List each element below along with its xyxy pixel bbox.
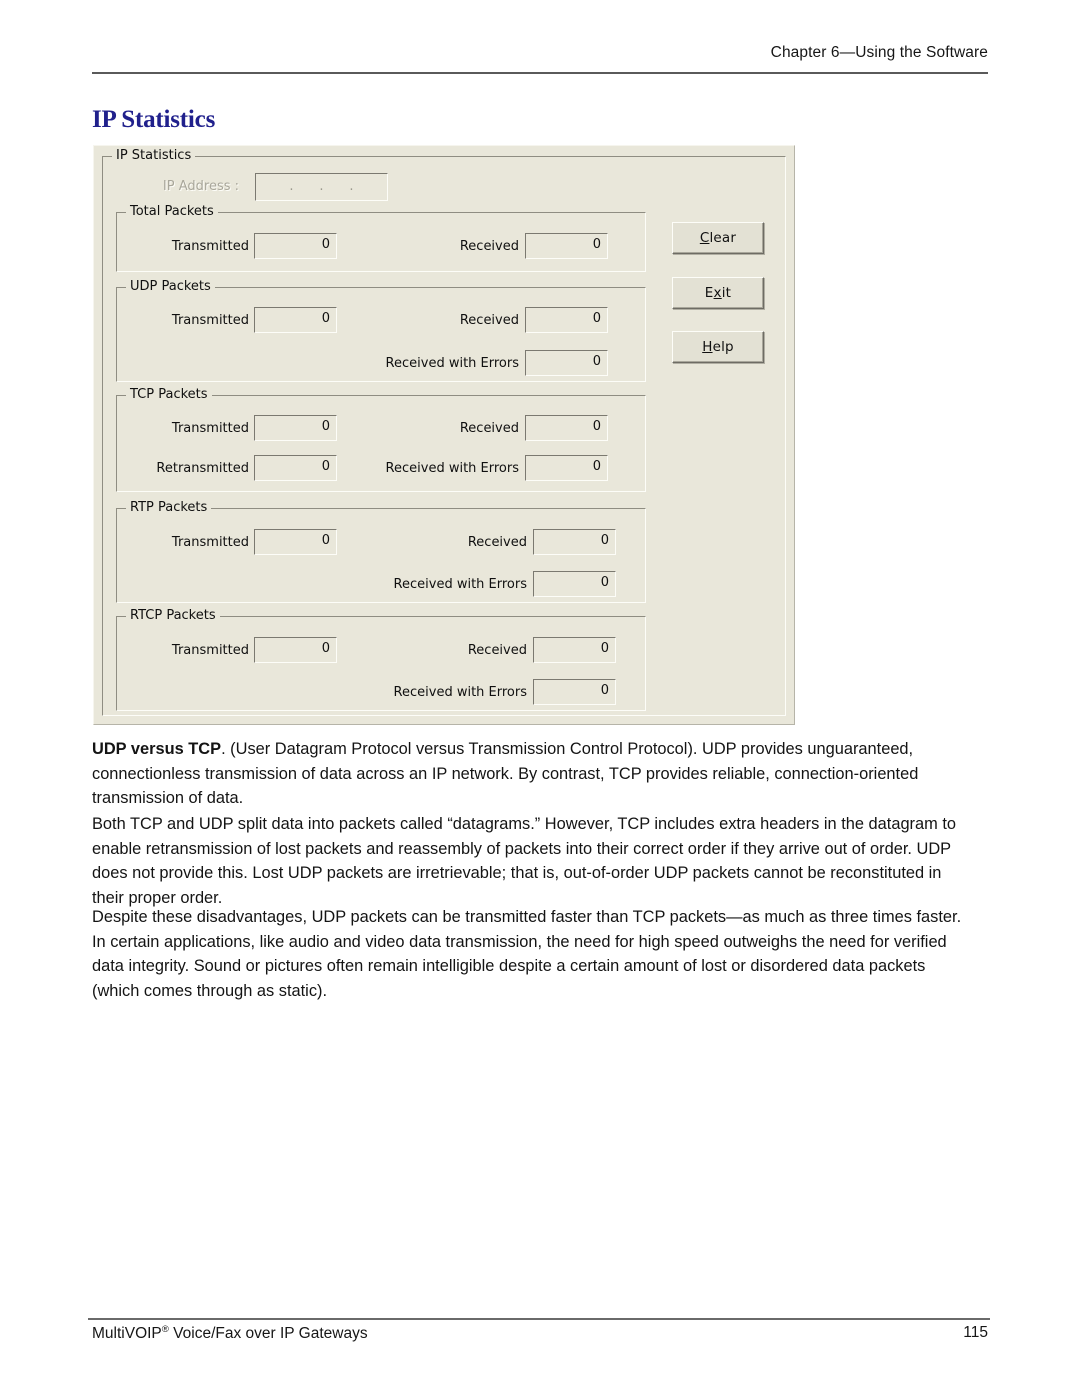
clear-accel-key: C bbox=[699, 230, 710, 246]
udp-transmitted-label: Transmitted bbox=[171, 313, 249, 328]
exit-button-label: Exit bbox=[704, 285, 732, 301]
paragraph-speed-tradeoff: Despite these disadvantages, UDP packets… bbox=[92, 908, 962, 1000]
udp-received-errors-value[interactable]: 0 bbox=[525, 350, 608, 376]
tcp-received-errors-value[interactable]: 0 bbox=[525, 455, 608, 481]
exit-accel-key: x bbox=[713, 285, 722, 301]
rtp-received-label: Received bbox=[467, 535, 527, 550]
tcp-received-errors-label: Received with Errors bbox=[385, 461, 519, 476]
ip-separator-2: . bbox=[319, 179, 324, 194]
ip-statistics-dialog: IP Statistics IP Address : . . . Total P… bbox=[93, 145, 795, 725]
group-title-tcp-packets: TCP Packets bbox=[126, 387, 212, 402]
ip-separator-1: . bbox=[289, 179, 294, 194]
total-received-value[interactable]: 0 bbox=[525, 233, 608, 259]
rtp-transmitted-label: Transmitted bbox=[171, 535, 249, 550]
rtcp-transmitted-label: Transmitted bbox=[171, 643, 249, 658]
udp-transmitted-value[interactable]: 0 bbox=[254, 307, 337, 333]
ip-separator-3: . bbox=[349, 179, 354, 194]
rtcp-received-value[interactable]: 0 bbox=[533, 637, 616, 663]
udp-received-errors-label: Received with Errors bbox=[385, 356, 519, 371]
group-title-ip-statistics: IP Statistics bbox=[112, 148, 196, 163]
rtp-received-errors-value[interactable]: 0 bbox=[533, 571, 616, 597]
total-received-label: Received bbox=[459, 239, 519, 254]
udp-received-label: Received bbox=[459, 313, 519, 328]
group-title-udp-packets: UDP Packets bbox=[126, 279, 215, 294]
group-title-rtcp-packets: RTCP Packets bbox=[126, 608, 220, 623]
tcp-retransmitted-value[interactable]: 0 bbox=[254, 455, 337, 481]
rtp-received-errors-label: Received with Errors bbox=[393, 577, 527, 592]
rtcp-received-label: Received bbox=[467, 643, 527, 658]
group-title-rtp-packets: RTP Packets bbox=[126, 500, 212, 515]
exit-button[interactable]: Exit bbox=[672, 277, 764, 309]
clear-button-label: Clear bbox=[699, 230, 737, 246]
clear-button[interactable]: Clear bbox=[672, 222, 764, 254]
tcp-transmitted-label: Transmitted bbox=[171, 421, 249, 436]
footer-page-number: 115 bbox=[963, 1324, 988, 1341]
help-button[interactable]: Help bbox=[672, 331, 764, 363]
total-transmitted-value[interactable]: 0 bbox=[254, 233, 337, 259]
rtp-transmitted-value[interactable]: 0 bbox=[254, 529, 337, 555]
tcp-transmitted-value[interactable]: 0 bbox=[254, 415, 337, 441]
tcp-received-label: Received bbox=[459, 421, 519, 436]
tcp-received-value[interactable]: 0 bbox=[525, 415, 608, 441]
rtcp-transmitted-value[interactable]: 0 bbox=[254, 637, 337, 663]
paragraph-udp-versus-tcp: UDP versus TCP. (User Datagram Protocol … bbox=[92, 737, 976, 811]
running-header: Chapter 6—Using the Software bbox=[770, 44, 988, 61]
paragraph-1-lead-in: UDP versus TCP bbox=[92, 740, 222, 758]
total-transmitted-label: Transmitted bbox=[171, 239, 249, 254]
footer-divider bbox=[88, 1318, 990, 1320]
rtcp-received-errors-value[interactable]: 0 bbox=[533, 679, 616, 705]
header-divider bbox=[92, 72, 988, 74]
rtp-received-value[interactable]: 0 bbox=[533, 529, 616, 555]
ip-address-label: IP Address : bbox=[162, 179, 239, 194]
udp-received-value[interactable]: 0 bbox=[525, 307, 608, 333]
help-button-label: Help bbox=[702, 339, 734, 355]
page-title: IP Statistics bbox=[92, 106, 216, 133]
ip-address-input[interactable]: . . . bbox=[255, 173, 388, 201]
help-accel-key: H bbox=[702, 339, 713, 355]
group-title-total-packets: Total Packets bbox=[126, 204, 218, 219]
paragraph-datagrams: Both TCP and UDP split data into packets… bbox=[92, 815, 957, 907]
tcp-retransmitted-label: Retransmitted bbox=[156, 461, 249, 476]
rtcp-received-errors-label: Received with Errors bbox=[393, 685, 527, 700]
